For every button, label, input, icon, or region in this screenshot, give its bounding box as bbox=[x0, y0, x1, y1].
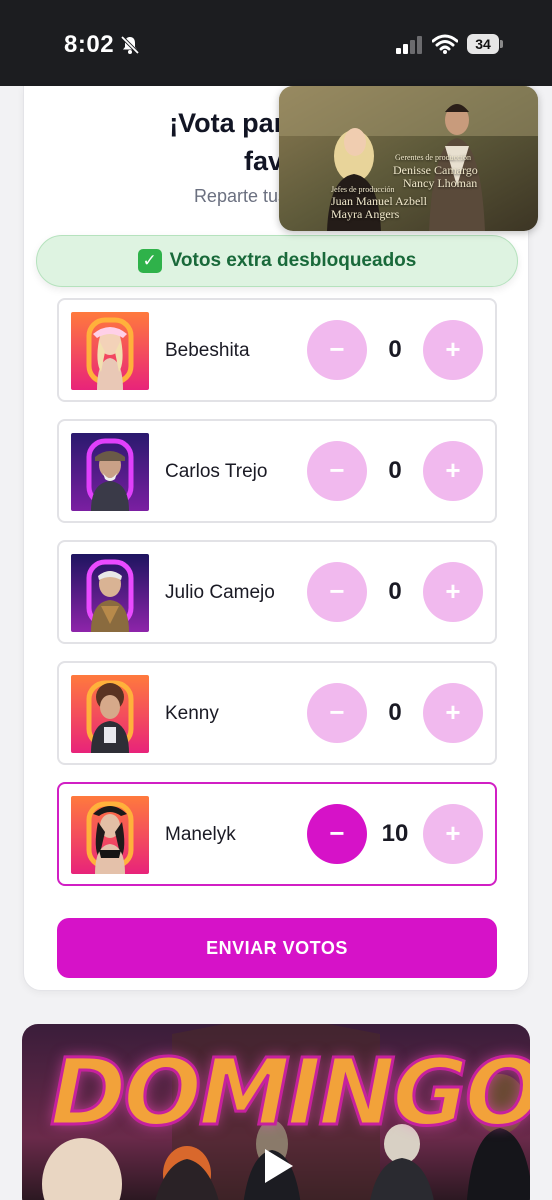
plus-button[interactable]: + bbox=[423, 683, 483, 743]
promo-video-banner[interactable]: DOMINGO bbox=[22, 1024, 530, 1200]
plus-button[interactable]: + bbox=[423, 320, 483, 380]
credit-heading-2: Jefes de producción bbox=[331, 185, 395, 194]
plus-button[interactable]: + bbox=[423, 804, 483, 864]
vote-count: 0 bbox=[388, 578, 402, 605]
bell-slash-icon bbox=[120, 35, 140, 55]
candidate-row-manelyk: Manelyk − 10 + bbox=[57, 782, 497, 886]
candidate-avatar bbox=[71, 796, 149, 874]
candidate-avatar bbox=[71, 554, 149, 632]
candidate-row-bebeshita: Bebeshita − 0 + bbox=[57, 298, 497, 402]
battery-level: 34 bbox=[467, 34, 499, 54]
candidate-name: Kenny bbox=[165, 703, 219, 724]
minus-button[interactable]: − bbox=[307, 562, 367, 622]
signal-icon bbox=[396, 36, 422, 54]
minus-button[interactable]: − bbox=[307, 804, 367, 864]
plus-button[interactable]: + bbox=[423, 562, 483, 622]
play-icon[interactable] bbox=[265, 1149, 293, 1183]
extra-votes-text: Votos extra desbloqueados bbox=[169, 250, 417, 271]
vote-count: 10 bbox=[381, 820, 409, 847]
candidate-row-julio-camejo: Julio Camejo − 0 + bbox=[57, 540, 497, 644]
candidate-row-kenny: Kenny − 0 + bbox=[57, 661, 497, 765]
promo-title: DOMINGO bbox=[48, 1038, 530, 1148]
candidate-name: Bebeshita bbox=[165, 340, 250, 361]
candidate-avatar bbox=[71, 433, 149, 511]
status-time: 8:02 bbox=[64, 31, 115, 58]
check-icon: ✓ bbox=[137, 249, 162, 273]
minus-button[interactable]: − bbox=[307, 320, 367, 380]
credit-name-2: Nancy Lhoman bbox=[403, 176, 478, 190]
candidate-name: Manelyk bbox=[165, 824, 236, 845]
credit-name-4: Mayra Angers bbox=[331, 207, 400, 221]
plus-button[interactable]: + bbox=[423, 441, 483, 501]
candidate-name: Julio Camejo bbox=[165, 582, 275, 603]
candidate-avatar bbox=[71, 675, 149, 753]
battery-icon: 34 bbox=[467, 34, 503, 54]
candidate-row-carlos-trejo: Carlos Trejo − 0 + bbox=[57, 419, 497, 523]
battery-nub bbox=[500, 40, 503, 48]
wifi-icon bbox=[432, 34, 458, 54]
status-bar: 8:02 34 bbox=[0, 0, 552, 86]
vote-count: 0 bbox=[388, 699, 402, 726]
vote-count: 0 bbox=[388, 336, 402, 363]
candidate-avatar bbox=[71, 312, 149, 390]
vote-count: 0 bbox=[388, 457, 402, 484]
minus-button[interactable]: − bbox=[307, 441, 367, 501]
submit-votes-button[interactable]: ENVIAR VOTOS bbox=[57, 918, 497, 978]
extra-votes-banner: ✓ Votos extra desbloqueados bbox=[36, 235, 518, 287]
pip-video-player[interactable]: Gerentes de producción Denisse Camargo N… bbox=[279, 86, 538, 231]
credit-heading-1: Gerentes de producción bbox=[395, 153, 471, 162]
minus-button[interactable]: − bbox=[307, 683, 367, 743]
candidate-name: Carlos Trejo bbox=[165, 461, 268, 482]
